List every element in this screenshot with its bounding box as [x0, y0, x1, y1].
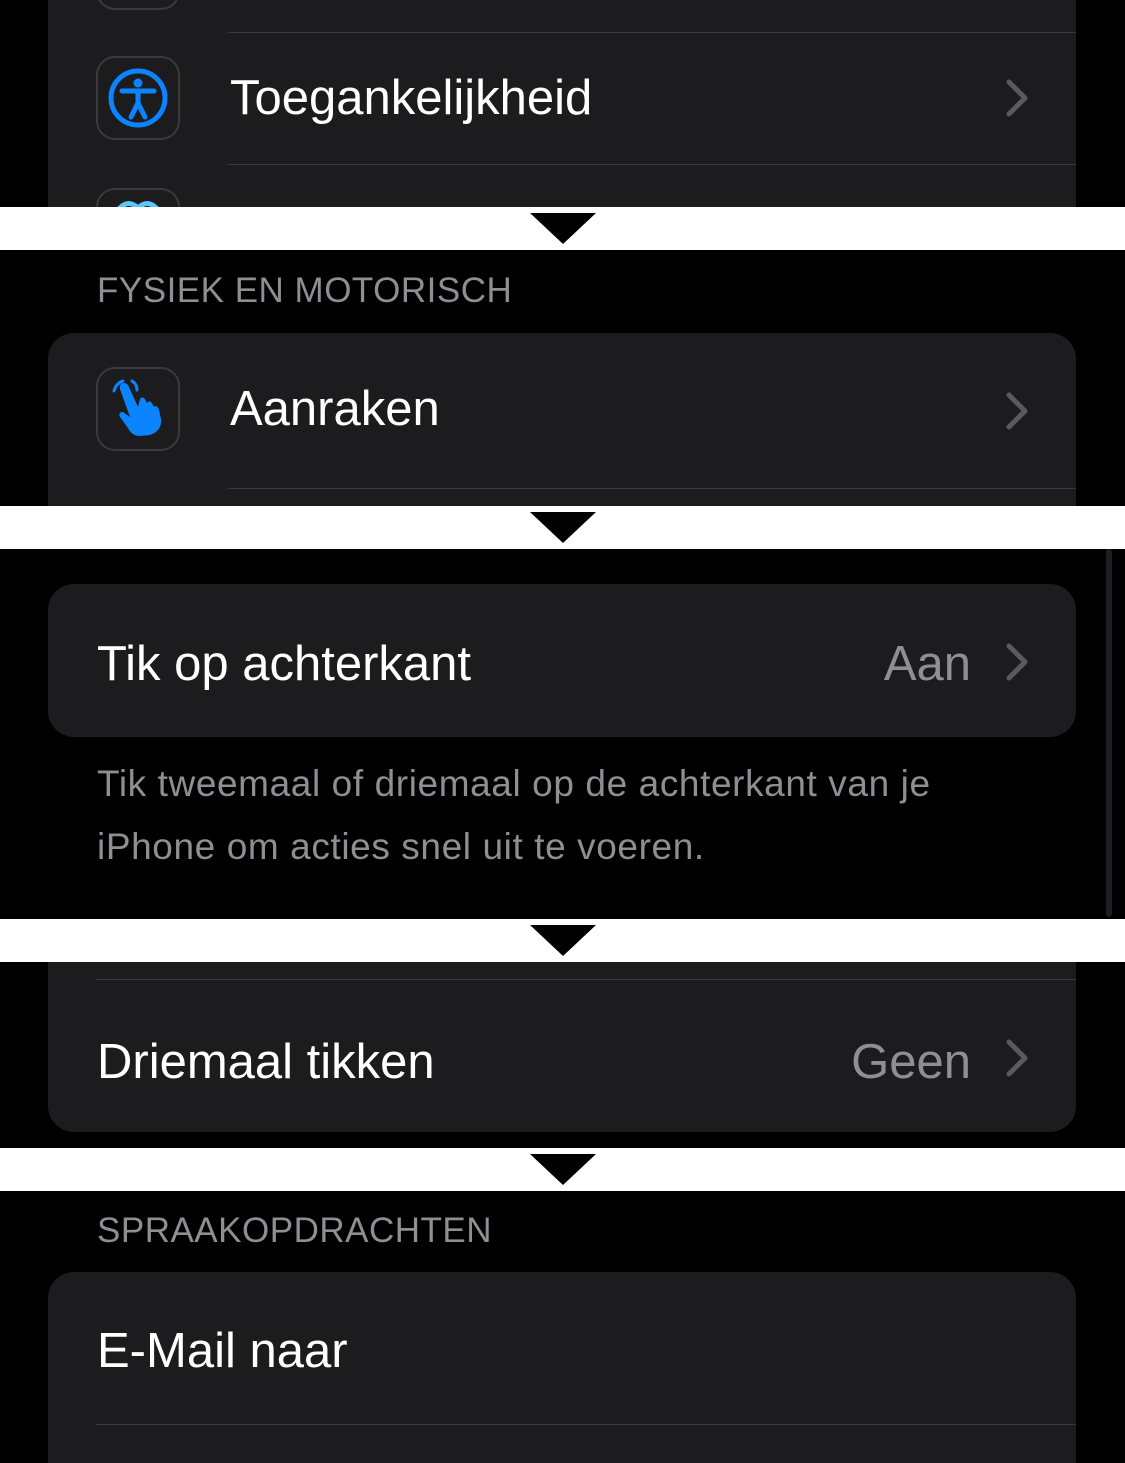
partial-app-icon: [96, 188, 180, 207]
row-label: Driemaal tikken: [97, 1035, 435, 1089]
section-header: FYSIEK EN MOTORISCH: [97, 271, 513, 310]
row-email[interactable]: E-Mail naar: [48, 1272, 1076, 1424]
settings-group: Toegankelijkheid: [48, 0, 1076, 207]
panel-back-tap: Tik op achterkant Aan Tik tweemaal of dr…: [0, 549, 1125, 919]
row-accessibility[interactable]: Toegankelijkheid: [48, 32, 1076, 163]
partial-app-icon: [96, 0, 180, 10]
hand-pointer-icon: [96, 367, 180, 451]
section-header: SPRAAKOPDRACHTEN: [97, 1211, 493, 1250]
row-label: Aanraken: [230, 382, 440, 436]
chevron-right-icon: [1006, 643, 1028, 681]
settings-group: Tik op achterkant Aan: [48, 584, 1076, 737]
chevron-right-icon: [1006, 392, 1028, 430]
transition-arrow: [0, 919, 1125, 962]
settings-group: Aanraken: [48, 333, 1076, 506]
transition-arrow: [0, 506, 1125, 549]
settings-group: E-Mail naar: [48, 1272, 1076, 1463]
row-label: Toegankelijkheid: [230, 71, 593, 125]
separator: [228, 488, 1076, 489]
row-back-tap[interactable]: Tik op achterkant Aan: [48, 584, 1076, 737]
scrollbar[interactable]: [1106, 549, 1112, 917]
panel-physical-motor: FYSIEK EN MOTORISCH Aanraken: [0, 250, 1125, 506]
settings-group: Driemaal tikken Geen: [48, 962, 1076, 1132]
row-touch[interactable]: Aanraken: [48, 333, 1076, 487]
separator: [228, 164, 1076, 165]
panel-triple-tap: Driemaal tikken Geen: [0, 962, 1125, 1148]
panel-accessibility: Toegankelijkheid: [0, 0, 1125, 207]
chevron-right-icon: [1006, 1039, 1028, 1077]
transition-arrow: [0, 1148, 1125, 1191]
row-triple-tap[interactable]: Driemaal tikken Geen: [48, 980, 1076, 1132]
row-value: Geen: [851, 1035, 971, 1089]
row-label: Tik op achterkant: [97, 637, 472, 691]
row-label: E-Mail naar: [97, 1324, 348, 1378]
chevron-right-icon: [1006, 79, 1028, 117]
panel-voice-commands: SPRAAKOPDRACHTEN E-Mail naar: [0, 1191, 1125, 1463]
transition-arrow: [0, 207, 1125, 250]
separator: [96, 1424, 1076, 1425]
accessibility-icon: [96, 56, 180, 140]
footnote: Tik tweemaal of driemaal op de achterkan…: [97, 763, 931, 867]
row-value: Aan: [883, 637, 971, 691]
